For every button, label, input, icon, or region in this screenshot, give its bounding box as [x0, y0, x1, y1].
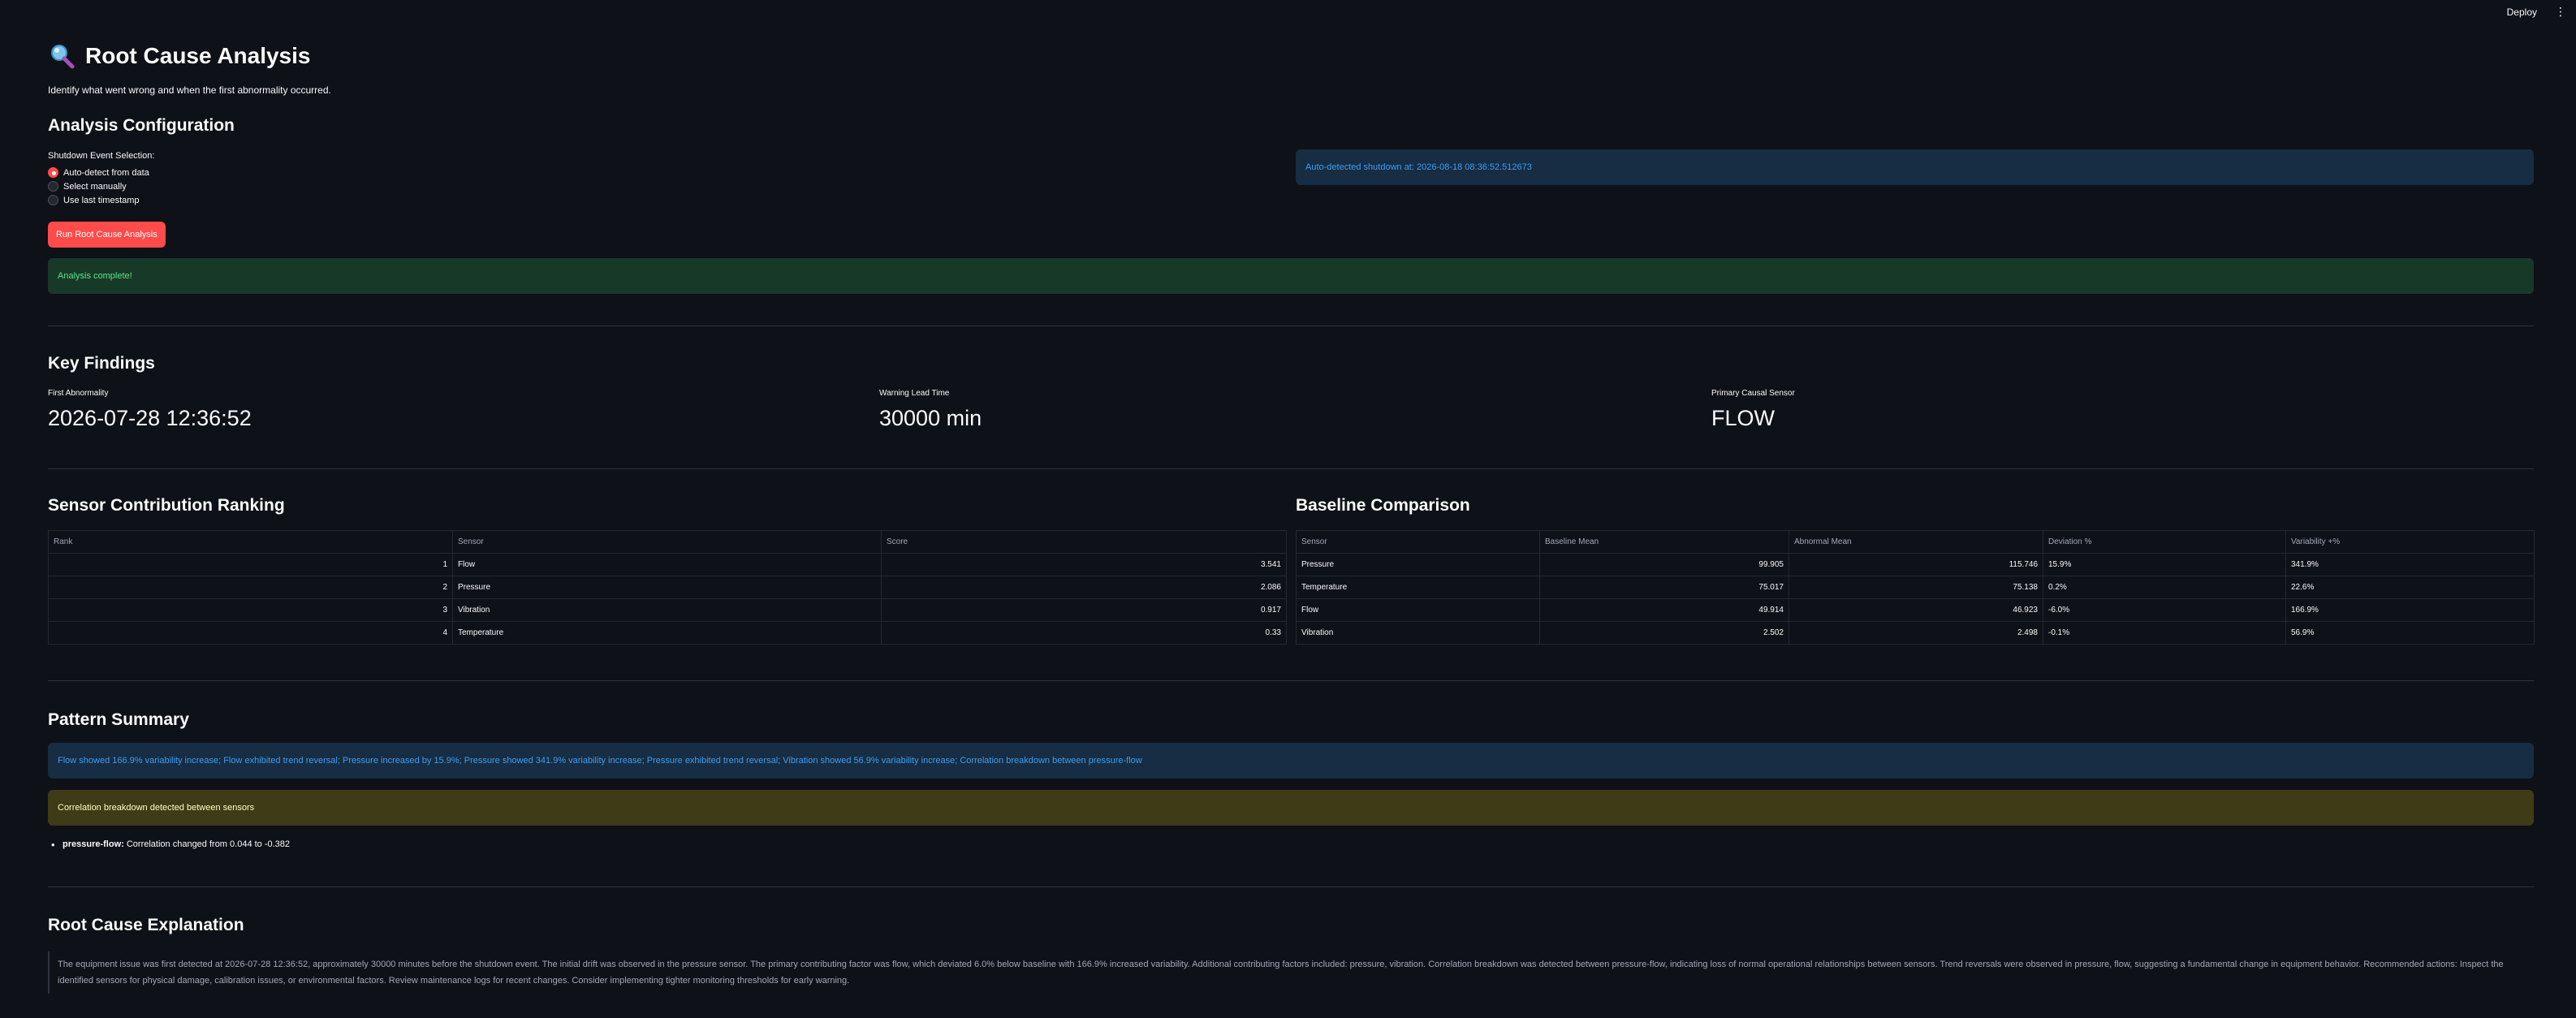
column-header-rank[interactable]: Rank	[48, 530, 453, 554]
auto-detect-info-box: Auto-detected shutdown at: 2026-08-18 08…	[1296, 149, 2534, 185]
radio-unchecked-icon	[48, 195, 58, 205]
metric-primary-causal-sensor: Primary Causal Sensor FLOW	[1711, 389, 1795, 431]
main-menu-icon[interactable]: ⋮	[2555, 5, 2566, 18]
sensor-ranking-table[interactable]: Rank Sensor Score 1 Flow 3.541 2 Pressur…	[48, 530, 1287, 645]
bullet-text: Correlation changed from 0.044 to -0.382	[123, 839, 291, 849]
sensor-contribution-ranking-heading: Sensor Contribution Ranking	[48, 496, 285, 515]
metric-label: Warning Lead Time	[879, 389, 950, 398]
table-row: Vibration 2.502 2.498 -0.1% 56.9%	[1296, 621, 2535, 645]
cell-abnormal-mean[interactable]: 115.746	[1789, 553, 2043, 576]
correlation-bullet-item: pressure-flow: Correlation changed from …	[51, 839, 291, 851]
cell-baseline-mean[interactable]: 99.905	[1539, 553, 1789, 576]
cell-variability[interactable]: 22.6%	[2285, 576, 2535, 599]
page-title: Root Cause Analysis	[85, 43, 311, 68]
cell-deviation[interactable]: 0.2%	[2043, 576, 2286, 599]
run-root-cause-analysis-button[interactable]: Run Root Cause Analysis	[48, 222, 166, 248]
table-row: Temperature 75.017 75.138 0.2% 22.6%	[1296, 576, 2535, 599]
correlation-warning-box: Correlation breakdown detected between s…	[48, 790, 2534, 826]
cell-rank[interactable]: 2	[48, 576, 453, 599]
metric-label: Primary Causal Sensor	[1711, 389, 1795, 398]
radio-label: Auto-detect from data	[63, 167, 149, 178]
divider	[48, 886, 2534, 887]
cell-rank[interactable]: 1	[48, 553, 453, 576]
cell-sensor[interactable]: Vibration	[452, 598, 882, 622]
cell-score[interactable]: 2.086	[881, 576, 1287, 599]
table-header-row: Sensor Baseline Mean Abnormal Mean Devia…	[1296, 530, 2535, 554]
bullet-key: pressure-flow:	[63, 839, 124, 849]
radio-label: Use last timestamp	[63, 195, 140, 205]
divider	[48, 680, 2534, 681]
cell-deviation[interactable]: -0.1%	[2043, 621, 2286, 645]
cell-baseline-mean[interactable]: 75.017	[1539, 576, 1789, 599]
analysis-configuration-heading: Analysis Configuration	[48, 116, 235, 135]
cell-variability[interactable]: 166.9%	[2285, 598, 2535, 622]
root-cause-explanation-text: The equipment issue was first detected a…	[48, 951, 2534, 994]
page-header: Root Cause Analysis	[48, 42, 310, 70]
metric-value: FLOW	[1711, 406, 1775, 430]
radio-select-manually[interactable]: Select manually	[48, 179, 149, 193]
cell-rank[interactable]: 3	[48, 598, 453, 622]
radio-auto-detect[interactable]: Auto-detect from data	[48, 166, 149, 179]
analysis-complete-alert: Analysis complete!	[48, 258, 2534, 294]
page-subtitle: Identify what went wrong and when the fi…	[48, 84, 331, 96]
cell-sensor[interactable]: Vibration	[1296, 621, 1540, 645]
cell-baseline-mean[interactable]: 2.502	[1539, 621, 1789, 645]
cell-variability[interactable]: 341.9%	[2285, 553, 2535, 576]
table-row: 1 Flow 3.541	[48, 553, 1287, 576]
top-bar: Deploy ⋮	[0, 0, 2576, 24]
baseline-comparison-table[interactable]: Sensor Baseline Mean Abnormal Mean Devia…	[1296, 530, 2535, 645]
table-row: Flow 49.914 46.923 -6.0% 166.9%	[1296, 598, 2535, 622]
cell-abnormal-mean[interactable]: 2.498	[1789, 621, 2043, 645]
metric-label: First Abnormality	[48, 389, 109, 398]
column-header-baseline-mean[interactable]: Baseline Mean	[1539, 530, 1789, 554]
metric-value: 30000 min	[879, 406, 982, 430]
metric-value: 2026-07-28 12:36:52	[48, 406, 252, 430]
divider	[48, 468, 2534, 469]
baseline-comparison-heading: Baseline Comparison	[1296, 496, 1470, 515]
pattern-summary-heading: Pattern Summary	[48, 710, 189, 729]
radio-unchecked-icon	[48, 181, 58, 192]
cell-sensor[interactable]: Flow	[452, 553, 882, 576]
shutdown-selection-radio-group: Auto-detect from data Select manually Us…	[48, 166, 149, 207]
cell-score[interactable]: 3.541	[881, 553, 1287, 576]
cell-sensor[interactable]: Pressure	[1296, 553, 1540, 576]
metric-first-abnormality: First Abnormality 2026-07-28 12:36:52	[48, 389, 252, 431]
column-header-abnormal-mean[interactable]: Abnormal Mean	[1789, 530, 2043, 554]
cell-score[interactable]: 0.33	[881, 621, 1287, 645]
cell-sensor[interactable]: Flow	[1296, 598, 1540, 622]
metric-warning-lead-time: Warning Lead Time 30000 min	[879, 389, 982, 431]
column-header-score[interactable]: Score	[881, 530, 1287, 554]
radio-label: Select manually	[63, 181, 127, 192]
magnifying-glass-icon	[51, 45, 75, 69]
column-header-variability[interactable]: Variability +%	[2285, 530, 2535, 554]
cell-sensor[interactable]: Pressure	[452, 576, 882, 599]
root-cause-explanation-heading: Root Cause Explanation	[48, 916, 244, 934]
table-row: 4 Temperature 0.33	[48, 621, 1287, 645]
radio-last-timestamp[interactable]: Use last timestamp	[48, 193, 149, 207]
column-header-sensor[interactable]: Sensor	[452, 530, 882, 554]
cell-sensor[interactable]: Temperature	[452, 621, 882, 645]
radio-checked-icon	[48, 167, 58, 178]
table-row: 2 Pressure 2.086	[48, 576, 1287, 599]
cell-rank[interactable]: 4	[48, 621, 453, 645]
cell-deviation[interactable]: 15.9%	[2043, 553, 2286, 576]
table-row: 3 Vibration 0.917	[48, 598, 1287, 622]
shutdown-selection-label: Shutdown Event Selection:	[48, 151, 155, 161]
table-row: Pressure 99.905 115.746 15.9% 341.9%	[1296, 553, 2535, 576]
cell-abnormal-mean[interactable]: 46.923	[1789, 598, 2043, 622]
column-header-deviation[interactable]: Deviation %	[2043, 530, 2286, 554]
cell-baseline-mean[interactable]: 49.914	[1539, 598, 1789, 622]
pattern-info-box: Flow showed 166.9% variability increase;…	[48, 743, 2534, 779]
cell-abnormal-mean[interactable]: 75.138	[1789, 576, 2043, 599]
key-findings-heading: Key Findings	[48, 354, 155, 373]
cell-variability[interactable]: 56.9%	[2285, 621, 2535, 645]
cell-deviation[interactable]: -6.0%	[2043, 598, 2286, 622]
cell-sensor[interactable]: Temperature	[1296, 576, 1540, 599]
deploy-button[interactable]: Deploy	[2507, 6, 2537, 18]
cell-score[interactable]: 0.917	[881, 598, 1287, 622]
column-header-sensor[interactable]: Sensor	[1296, 530, 1540, 554]
table-header-row: Rank Sensor Score	[48, 530, 1287, 554]
